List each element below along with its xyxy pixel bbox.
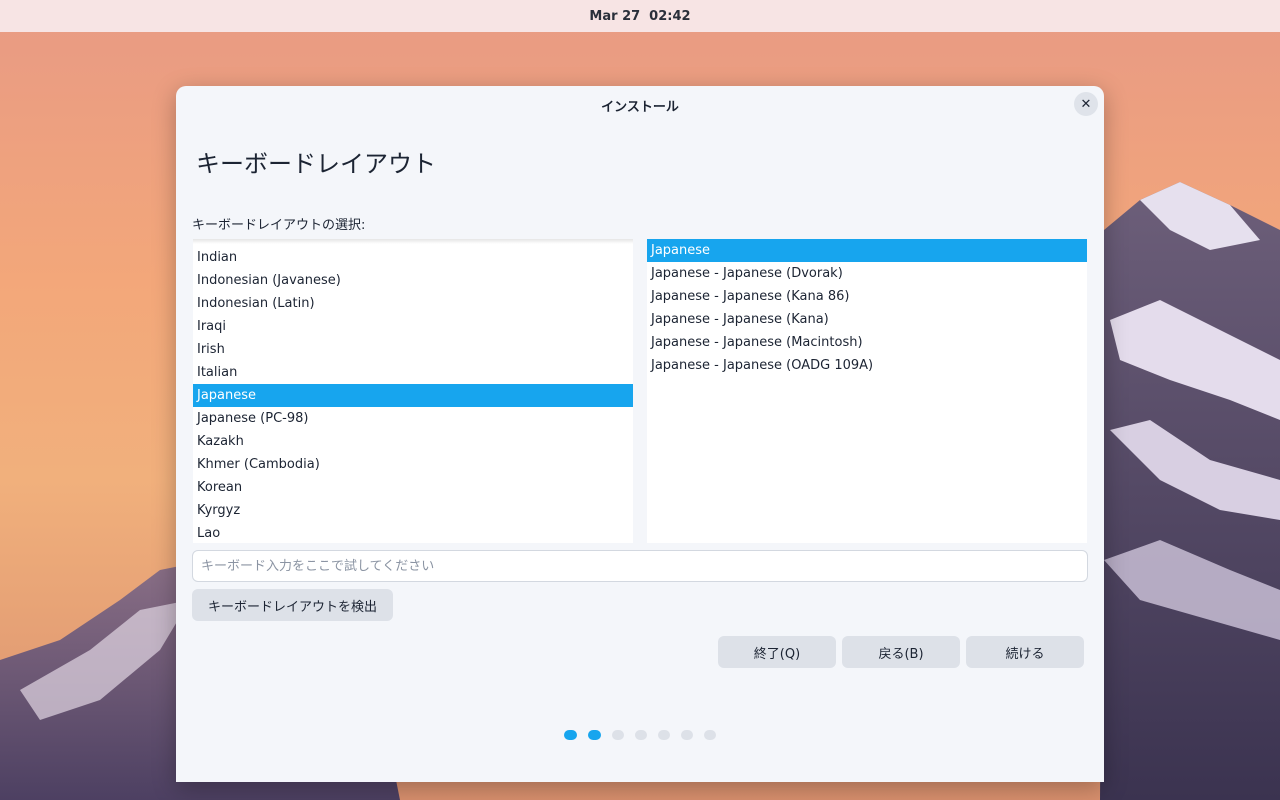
layout-list-item[interactable]: Lao [193, 522, 633, 543]
layout-list-item[interactable]: Japanese [193, 384, 633, 407]
back-button[interactable]: 戻る(B) [842, 636, 960, 668]
progress-dot-pending [658, 730, 670, 740]
layout-list-item[interactable]: Indian [193, 246, 633, 269]
keyboard-layout-list-items: IcelandicIndianIndonesian (Javanese)Indo… [193, 239, 633, 543]
layout-list-item[interactable]: Icelandic [193, 239, 633, 246]
clock-time: 02:42 [649, 8, 691, 24]
progress-dot-pending [681, 730, 693, 740]
variant-list-item[interactable]: Japanese - Japanese (Kana) [647, 308, 1087, 331]
continue-button[interactable]: 続ける [966, 636, 1084, 668]
clock[interactable]: Mar 27 02:42 [589, 9, 690, 24]
progress-indicator [564, 729, 716, 741]
variant-list-item[interactable]: Japanese - Japanese (Macintosh) [647, 331, 1087, 354]
progress-dot-pending [612, 730, 624, 740]
page-title: キーボードレイアウト [196, 150, 436, 178]
detect-layout-button[interactable]: キーボードレイアウトを検出 [192, 589, 393, 621]
variant-list-item[interactable]: Japanese [647, 239, 1087, 262]
keyboard-test-input[interactable] [192, 550, 1088, 582]
quit-button[interactable]: 終了(Q) [718, 636, 836, 668]
close-button[interactable]: ✕ [1074, 92, 1098, 116]
layout-list-item[interactable]: Indonesian (Latin) [193, 292, 633, 315]
layout-list-item[interactable]: Kazakh [193, 430, 633, 453]
keyboard-variant-list[interactable]: Japanese Japanese - Japanese (Dvorak) Japa… [647, 239, 1087, 543]
progress-dot-complete [588, 730, 601, 740]
installer-dialog: インストール ✕ キーボードレイアウト キーボードレイアウトの選択: Icela… [176, 86, 1104, 782]
top-bar: Mar 27 02:42 [0, 0, 1280, 32]
variant-list-item[interactable]: Japanese - Japanese (Dvorak) [647, 262, 1087, 285]
layout-list-item[interactable]: Khmer (Cambodia) [193, 453, 633, 476]
progress-dot-pending [635, 730, 647, 740]
dialog-title: インストール [601, 99, 679, 115]
layout-list-item[interactable]: Japanese (PC-98) [193, 407, 633, 430]
progress-dot-complete [564, 730, 577, 740]
progress-dot-pending [704, 730, 716, 740]
layout-list-item[interactable]: Irish [193, 338, 633, 361]
clock-date: Mar 27 [589, 8, 641, 24]
keyboard-layout-list[interactable]: IcelandicIndianIndonesian (Javanese)Indo… [193, 239, 633, 543]
layout-list-item[interactable]: Kyrgyz [193, 499, 633, 522]
layout-list-item[interactable]: Indonesian (Javanese) [193, 269, 633, 292]
variant-list-item[interactable]: Japanese - Japanese (OADG 109A) [647, 354, 1087, 377]
layout-list-item[interactable]: Korean [193, 476, 633, 499]
variant-list-item[interactable]: Japanese - Japanese (Kana 86) [647, 285, 1087, 308]
layout-list-item[interactable]: Italian [193, 361, 633, 384]
layout-select-label: キーボードレイアウトの選択: [192, 218, 366, 233]
keyboard-variant-list-items: Japanese Japanese - Japanese (Dvorak) Japa… [647, 239, 1087, 377]
layout-list-item[interactable]: Iraqi [193, 315, 633, 338]
close-icon: ✕ [1080, 96, 1092, 112]
